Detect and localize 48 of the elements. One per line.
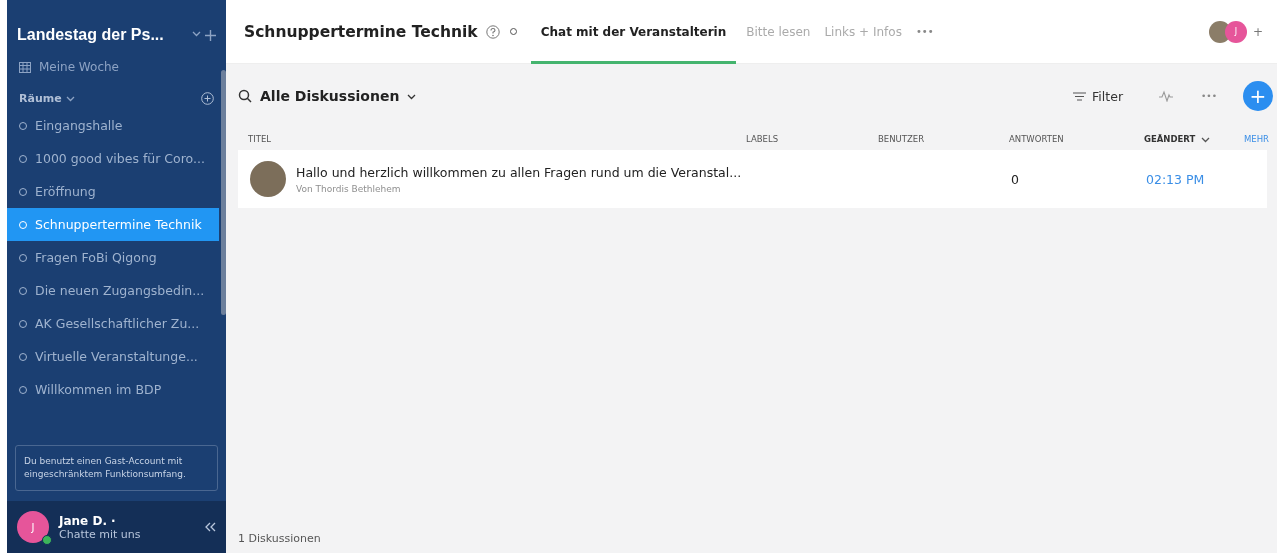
filter-lines-icon — [1073, 91, 1087, 101]
user-name[interactable]: Jane D. · — [59, 513, 141, 528]
discussion-title[interactable]: Hallo und herzlich willkommen zu allen Fragen rund um die Veranstal... — [296, 164, 742, 180]
more-button[interactable]: ••• — [1201, 91, 1217, 101]
activity-icon[interactable] — [1159, 90, 1174, 102]
my-week-link[interactable]: Meine Woche — [39, 60, 119, 74]
collapse-icon[interactable] — [204, 522, 216, 532]
room-item[interactable]: Eingangshalle — [7, 109, 219, 142]
scrollbar[interactable] — [221, 70, 226, 315]
changed-time: 02:13 PM — [1146, 171, 1206, 187]
sort-chevron-icon[interactable] — [1201, 135, 1211, 143]
column-header[interactable]: LABELS — [746, 134, 878, 144]
replies-count: 0 — [1011, 171, 1020, 187]
user-avatar[interactable]: J — [17, 511, 49, 543]
room-item[interactable]: Schnuppertermine Technik — [7, 208, 219, 241]
add-circle-icon[interactable] — [201, 92, 214, 105]
add-member-button[interactable]: + — [1252, 24, 1263, 39]
column-header[interactable]: GEÄNDERT — [1144, 134, 1238, 144]
plus-icon[interactable] — [205, 29, 216, 41]
room-item[interactable]: Eröffnung — [7, 175, 219, 208]
member-avatar[interactable]: J — [1224, 20, 1247, 43]
workspace-title[interactable]: Landestag der Ps... — [17, 26, 164, 44]
room-item[interactable]: Willkommen im BDP — [7, 373, 219, 406]
room-item[interactable]: 1000 good vibes für Coro... — [7, 142, 219, 175]
column-header[interactable]: BENUTZER — [878, 134, 1009, 144]
room-title: Schnuppertermine Technik — [244, 22, 478, 41]
discussion-count: 1 Diskussionen — [238, 530, 322, 547]
view-selector[interactable]: Alle Diskussionen — [260, 88, 400, 104]
chat-link[interactable]: Chatte mit uns — [59, 527, 141, 541]
more-columns-link[interactable]: MEHR — [1238, 134, 1269, 144]
column-header[interactable]: ANTWORTEN — [1009, 134, 1144, 144]
help-icon[interactable] — [485, 24, 500, 39]
author-photo-placeholder — [250, 161, 286, 197]
filter-button[interactable]: Filter — [1067, 87, 1130, 105]
room-item[interactable]: AK Gesellschaftlicher Zu... — [7, 307, 219, 340]
column-header[interactable]: TITEL — [248, 134, 746, 144]
add-discussion-button[interactable]: + — [1243, 81, 1273, 111]
room-item[interactable]: Die neuen Zugangsbedin... — [7, 274, 219, 307]
search-icon[interactable] — [238, 89, 252, 103]
discussion-author: Von Thordis Bethlehem — [296, 183, 402, 194]
room-item[interactable]: Virtuelle Veranstaltunge... — [7, 340, 219, 373]
room-item[interactable]: Fragen FoBi Qigong — [7, 241, 219, 274]
chevron-down-icon[interactable] — [407, 92, 417, 100]
more-tabs-button[interactable]: ••• — [915, 26, 934, 37]
discussion-row[interactable]: Hallo und herzlich willkommen zu allen Fragen rund um die Veranstal... Von Thordis Bethlehem 0 02:13 PM — [238, 150, 1267, 208]
rooms-label[interactable]: Räume — [19, 92, 62, 105]
guest-notice: Du benutzt einen Gast-Account mit eingeschränktem Funktionsumfang. — [15, 445, 218, 491]
calendar-icon — [19, 61, 31, 73]
